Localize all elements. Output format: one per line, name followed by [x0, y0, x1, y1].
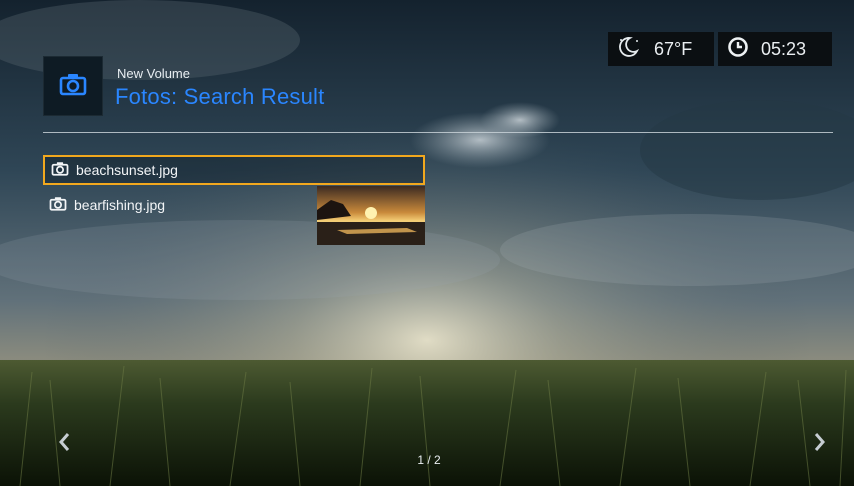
clock-time: 05:23 [761, 38, 807, 59]
weather-status: 67°F [608, 32, 714, 66]
photo-browser-screen: New Volume Fotos: Search Result 67°F 05:… [0, 0, 854, 486]
file-row-beachsunset[interactable]: beachsunset.jpg [43, 155, 425, 185]
file-name: beachsunset.jpg [76, 162, 178, 178]
chevron-right-icon [814, 433, 826, 456]
camera-icon [51, 161, 69, 180]
next-page-button[interactable] [814, 432, 826, 456]
camera-icon [49, 196, 67, 215]
temperature: 67°F [654, 38, 693, 59]
file-name: bearfishing.jpg [74, 197, 166, 213]
chevron-left-icon [58, 433, 70, 456]
prev-page-button[interactable] [58, 432, 70, 456]
camera-icon [59, 72, 87, 100]
page-indicator: 1 / 2 [417, 453, 441, 467]
clock-status: 05:23 [718, 32, 832, 66]
header-divider [43, 132, 833, 133]
app-camera-badge [43, 56, 103, 116]
volume-name: New Volume [117, 66, 190, 81]
photo-preview-thumbnail [317, 186, 425, 245]
page-title: Fotos: Search Result [115, 84, 325, 109]
moon-night-icon [616, 35, 640, 63]
clock-icon [727, 36, 749, 62]
